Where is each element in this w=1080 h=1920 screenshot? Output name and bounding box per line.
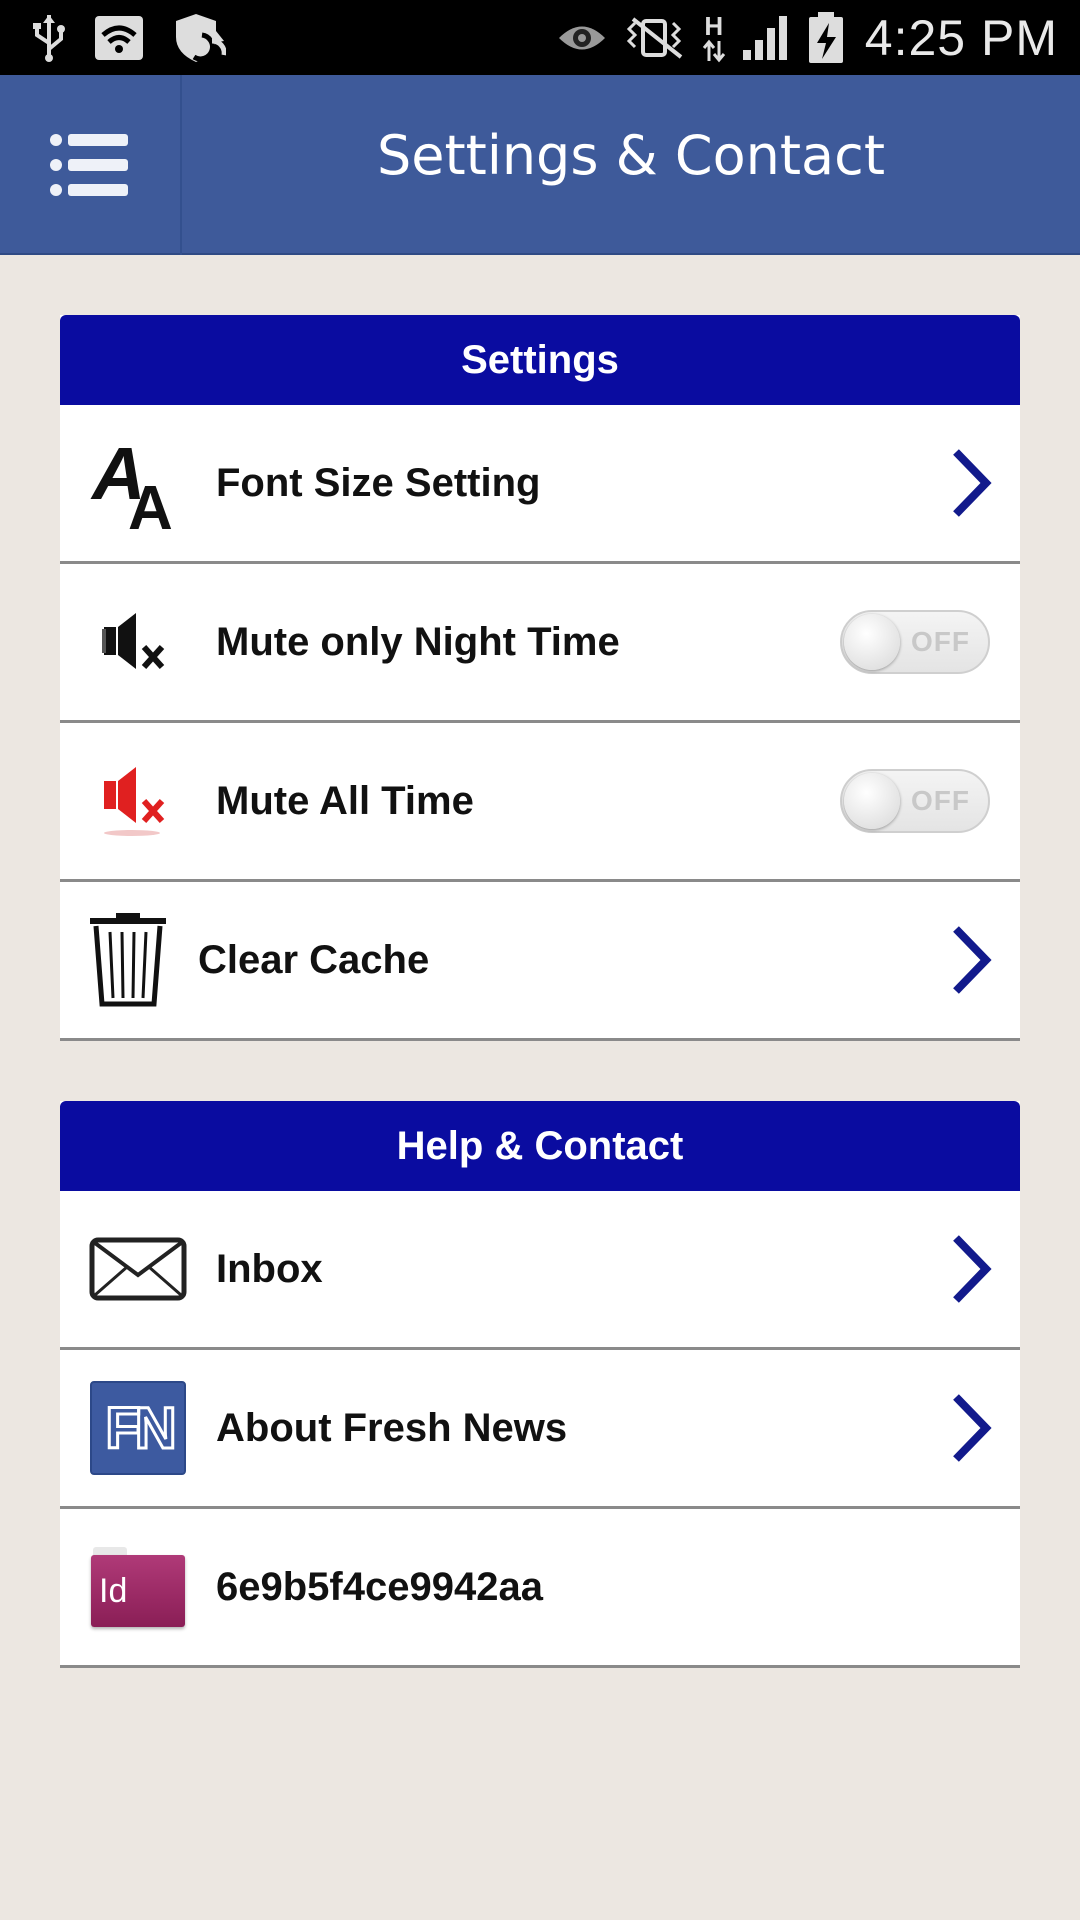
device-id-label: 6e9b5f4ce9942aa [216, 1564, 543, 1609]
network-label: H [704, 10, 724, 41]
toggle-state: OFF [911, 626, 970, 657]
svg-text:A: A [128, 474, 173, 531]
battery-charging-icon [808, 11, 843, 63]
clear-cache-row[interactable]: Clear Cache [60, 882, 1020, 1041]
eye-icon [558, 26, 605, 49]
font-size-label: Font Size Setting [216, 460, 541, 505]
page-title: Settings & Contact [376, 123, 886, 187]
mute-night-label: Mute only Night Time [216, 619, 620, 664]
help-contact-header: Help & Contact [60, 1101, 1020, 1191]
usb-icon [33, 14, 65, 62]
status-time: 4:25 PM [864, 9, 1058, 66]
network-type: H [701, 13, 727, 63]
chevron-right-icon [953, 1394, 992, 1462]
menu-list-icon [50, 134, 128, 196]
wifi-icon [95, 15, 143, 60]
app-bar: Settings & Contact [0, 75, 1080, 255]
network-arrows-icon [702, 39, 725, 62]
mute-all-toggle[interactable]: OFF [840, 769, 990, 833]
clear-cache-label: Clear Cache [198, 937, 430, 982]
chevron-right-icon [953, 926, 992, 994]
id-folder-icon: Id [88, 1537, 188, 1637]
about-fresh-news-row[interactable]: FN About Fresh News [60, 1350, 1020, 1509]
status-bar: H 4:25 PM [0, 0, 1080, 75]
inbox-row[interactable]: Inbox [60, 1191, 1020, 1350]
font-size-icon: A A [88, 433, 188, 533]
mute-all-row: Mute All Time OFF [60, 723, 1020, 882]
id-badge-text: Id [99, 1571, 128, 1610]
signal-icon [742, 15, 787, 60]
trash-icon [78, 910, 178, 1010]
menu-button[interactable] [0, 75, 182, 255]
vibrate-icon [626, 16, 683, 59]
fresh-news-logo-text: FN [104, 1394, 178, 1462]
toggle-knob [844, 614, 900, 670]
speaker-mute-red-icon [88, 751, 188, 851]
chevron-right-icon [953, 449, 992, 517]
toggle-state: OFF [911, 785, 970, 816]
about-fresh-news-label: About Fresh News [216, 1405, 568, 1450]
inbox-label: Inbox [216, 1246, 323, 1291]
speaker-mute-black-icon [88, 592, 188, 692]
chevron-right-icon [953, 1235, 992, 1303]
fresh-news-logo-icon: FN [88, 1378, 188, 1478]
mute-night-toggle[interactable]: OFF [840, 610, 990, 674]
help-contact-section: Help & Contact Inbox FN About Fresh News [60, 1101, 1020, 1668]
mute-all-label: Mute All Time [216, 778, 474, 823]
device-id-row: Id 6e9b5f4ce9942aa [60, 1509, 1020, 1668]
envelope-icon [88, 1219, 188, 1319]
settings-header: Settings [60, 315, 1020, 405]
toggle-knob [844, 773, 900, 829]
settings-section: Settings A A Font Size Setting Mute only… [60, 315, 1020, 1041]
shield-icon [176, 13, 226, 62]
font-size-setting-row[interactable]: A A Font Size Setting [60, 405, 1020, 564]
mute-night-row: Mute only Night Time OFF [60, 564, 1020, 723]
